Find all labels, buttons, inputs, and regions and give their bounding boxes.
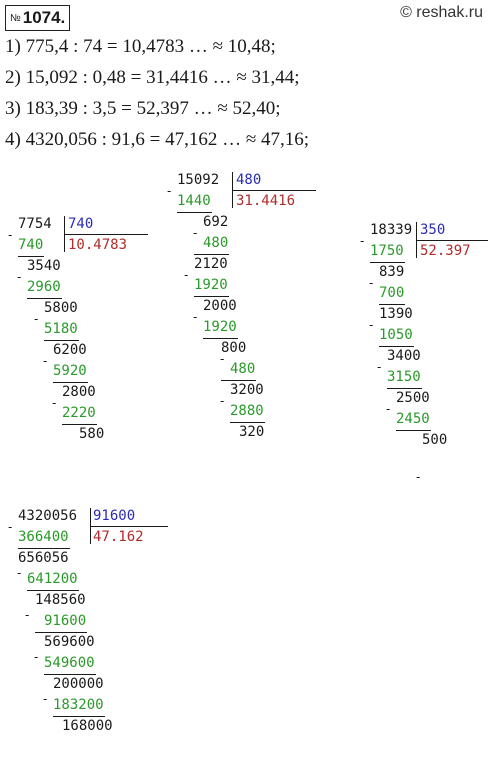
minus-sign: - [193,226,198,240]
remainder-5: 3200 [230,382,264,398]
subtrahend-1: 740 [18,237,44,253]
minus-sign: - [220,394,225,408]
subtrahend-2: 2960 [27,279,61,295]
subtrahend-2: 480 [203,235,229,251]
quotient: 52.397 [420,243,471,259]
remainder-2: 5800 [44,300,78,316]
remainder-1: 656056 [18,550,69,566]
remainder-3: 2000 [203,298,237,314]
remainder-5: 500 [422,432,448,448]
task-number: 1074. [22,8,66,27]
site-watermark: © reshak.ru [400,4,483,21]
minus-sign: - [377,360,382,374]
remainder-2: 1390 [379,306,413,322]
minus-sign: - [34,312,39,326]
minus-sign: - [184,268,189,282]
subtrahend-1: 366400 [18,529,69,545]
subtrahend-3: 1920 [194,277,228,293]
remainder-3: 569600 [44,634,95,650]
dividend: 15092 [177,172,220,188]
minus-sign: - [17,270,22,284]
dividend: 7754 [18,216,52,232]
remainder-2: 148560 [35,592,86,608]
equation-3: 3) 183,39 : 3,5 = 52,397 … ≈ 52,40; [5,98,281,119]
subtrahend-4: 549600 [44,655,95,671]
subtrahend-2: 700 [379,285,405,301]
divisor: 91600 [93,508,136,524]
minus-sign: - [167,184,172,198]
minus-sign: - [43,354,48,368]
minus-sign: - [34,650,39,664]
quotient: 31.4416 [236,193,296,209]
subtrahend-5: 2450 [396,411,430,427]
quotient: 10.4783 [68,237,128,253]
number-sign: № [10,13,21,24]
minus-sign: - [386,402,391,416]
minus-sign: - [25,608,30,622]
minus-sign: - [369,318,374,332]
equation-1: 1) 775,4 : 74 = 10,4783 … ≈ 10,48; [5,36,276,57]
minus-sign: - [17,566,22,580]
subtrahend-1: 1440 [177,193,211,209]
minus-sign: - [8,520,13,534]
subtrahend-5: 2220 [62,405,96,421]
minus-sign: - [220,352,225,366]
subtrahend-2: 641200 [27,571,78,587]
equation-2: 2) 15,092 : 0,48 = 31,4416 … ≈ 31,44; [5,67,300,88]
remainder-3: 6200 [53,342,87,358]
divisor: 480 [236,172,262,188]
divisor: 740 [68,216,94,232]
subtrahend-4: 1920 [203,319,237,335]
minus-sign: - [52,396,57,410]
divisor: 350 [420,222,446,238]
subtrahend-3: 91600 [44,613,87,629]
dividend: 18339 [370,222,413,238]
task-number-badge: № 1074. [5,5,71,31]
minus-sign: - [8,228,13,242]
remainder-4: 800 [221,340,247,356]
remainder-3: 3400 [387,348,421,364]
minus-sign: - [360,234,365,248]
remainder-4: 2500 [396,390,430,406]
subtrahend-6: 2880 [230,403,264,419]
subtrahend-5: 480 [230,361,256,377]
subtrahend-4: 5920 [53,363,87,379]
subtrahend-3: 1050 [379,327,413,343]
subtrahend-3: 5180 [44,321,78,337]
equation-4: 4) 4320,056 : 91,6 = 47,162 … ≈ 47,16; [5,129,310,150]
minus-sign: - [416,470,421,484]
remainder-1: 692 [203,214,229,230]
minus-sign: - [369,276,374,290]
subtrahend-4: 3150 [387,369,421,385]
minus-sign: - [193,310,198,324]
dividend: 4320056 [18,508,78,524]
remainder-5: 580 [79,426,105,442]
remainder-4: 2800 [62,384,96,400]
quotient: 47.162 [93,529,144,545]
minus-sign: - [43,692,48,706]
remainder-6: 320 [239,424,265,440]
subtrahend-5: 183200 [53,697,104,713]
subtrahend-1: 1750 [370,243,404,259]
remainder-2: 2120 [194,256,228,272]
remainder-4: 200000 [53,676,104,692]
remainder-1: 3540 [27,258,61,274]
remainder-1: 839 [379,264,405,280]
remainder-5: 168000 [62,718,113,734]
